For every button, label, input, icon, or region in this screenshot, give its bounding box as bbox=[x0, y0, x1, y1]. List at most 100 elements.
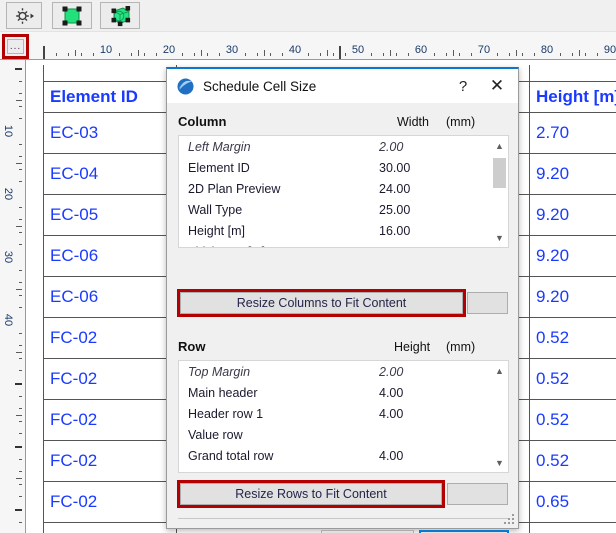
dialog-body: Column Width (mm) Left Margin 2.00 Element… bbox=[167, 103, 518, 533]
ruler-tick bbox=[68, 53, 70, 56]
column-header-height: Height [m] bbox=[529, 81, 616, 113]
cell-element-id: FC-02 bbox=[43, 399, 177, 441]
column-list-item[interactable]: Left Margin 2.00 bbox=[179, 136, 491, 157]
ruler-label: 40 bbox=[288, 44, 302, 56]
vertical-ruler[interactable]: 10 20 30 40 bbox=[0, 60, 26, 533]
row-list-item[interactable]: Grand total row 4.00 bbox=[179, 445, 491, 466]
column-list-item[interactable]: Height [m] 16.00 bbox=[179, 220, 491, 241]
column-list-item[interactable]: Wall Type 25.00 bbox=[179, 199, 491, 220]
column-list-scrollbar[interactable]: ▲ ▼ bbox=[491, 136, 508, 247]
cell-element-id: EC-05 bbox=[43, 194, 177, 236]
3d-element-tool-button[interactable] bbox=[100, 2, 140, 29]
ruler-tick bbox=[194, 53, 196, 56]
list-item-value: 30.00 bbox=[379, 160, 411, 175]
ruler-tick bbox=[15, 68, 22, 70]
ruler-tick bbox=[19, 181, 22, 183]
resize-columns-button[interactable]: Resize Columns to Fit Content bbox=[180, 292, 463, 314]
2d-element-tool-button[interactable] bbox=[52, 2, 92, 29]
list-item-label: Top Margin bbox=[188, 364, 251, 379]
row-list-scrollbar[interactable]: ▲ ▼ bbox=[491, 361, 508, 472]
ruler-tick bbox=[131, 53, 133, 56]
ruler-tick bbox=[16, 288, 22, 290]
ruler-tick bbox=[74, 50, 76, 56]
ruler-tick bbox=[15, 446, 22, 448]
cell-element-id: EC-03 bbox=[43, 112, 177, 154]
ruler-tick bbox=[263, 50, 265, 56]
ruler-origin-tick bbox=[43, 46, 45, 59]
column-extra-button[interactable] bbox=[467, 292, 508, 314]
ruler-tick bbox=[19, 93, 22, 95]
ruler-label: 60 bbox=[414, 44, 428, 56]
dialog-title-bar[interactable]: Schedule Cell Size ? ✕ bbox=[167, 69, 518, 103]
ruler-tick bbox=[559, 53, 561, 56]
scroll-up-icon[interactable]: ▲ bbox=[491, 137, 508, 154]
ruler-tick bbox=[452, 50, 454, 56]
column-list-item[interactable]: Thickness [m] 21.00 bbox=[179, 241, 491, 248]
row-unit-header: (mm) bbox=[446, 340, 476, 354]
ruler-tick bbox=[19, 521, 22, 523]
ruler-tick bbox=[19, 483, 22, 485]
ruler-tick bbox=[19, 143, 22, 145]
ruler-tick bbox=[55, 53, 57, 56]
ruler-tick bbox=[19, 345, 22, 347]
ruler-label: 30 bbox=[225, 44, 239, 56]
list-item-value: 4.00 bbox=[379, 385, 404, 400]
cell-element-id: FC-02 bbox=[43, 481, 177, 523]
ruler-tick bbox=[137, 50, 139, 56]
row-list-item[interactable]: Top Margin 2.00 bbox=[179, 361, 491, 382]
row-list-item[interactable]: Value row bbox=[179, 424, 491, 445]
close-icon[interactable]: ✕ bbox=[480, 70, 514, 102]
ruler-tick bbox=[307, 53, 309, 56]
list-item-label: Element ID bbox=[188, 160, 250, 175]
cell-element-id: EC-06 bbox=[43, 276, 177, 318]
column-list[interactable]: Left Margin 2.00 Element ID 30.00 2D Plan Pr… bbox=[178, 135, 509, 248]
ruler-tick bbox=[16, 99, 22, 101]
ruler-tick bbox=[80, 53, 82, 56]
ruler-label: 10 bbox=[2, 124, 14, 138]
ruler-tick bbox=[389, 50, 391, 56]
ruler-tick bbox=[257, 53, 259, 56]
ruler-origin-tick bbox=[339, 46, 342, 59]
row-section-heading: Row bbox=[178, 339, 206, 354]
scroll-down-icon[interactable]: ▼ bbox=[491, 229, 508, 246]
row-extra-button[interactable] bbox=[447, 483, 508, 505]
cell-element-id: FC-02 bbox=[43, 317, 177, 359]
row-list-item[interactable]: Main header 4.00 bbox=[179, 382, 491, 403]
settings-gear-button[interactable] bbox=[6, 2, 42, 29]
scrollbar-thumb[interactable] bbox=[493, 158, 506, 188]
toolbar bbox=[0, 0, 616, 32]
row-list-item[interactable]: Header row 1 4.00 bbox=[179, 403, 491, 424]
ruler-tick bbox=[572, 53, 574, 56]
help-button[interactable]: ? bbox=[446, 70, 480, 102]
cell-height: 9.20 bbox=[529, 276, 616, 318]
scroll-up-icon[interactable]: ▲ bbox=[491, 362, 508, 379]
column-list-item[interactable]: 2D Plan Preview 24.00 bbox=[179, 178, 491, 199]
column-list-item[interactable]: Element ID 30.00 bbox=[179, 157, 491, 178]
column-section-heading: Column bbox=[178, 114, 227, 129]
green-cube-icon bbox=[111, 5, 131, 26]
ruler-tick bbox=[433, 53, 435, 56]
list-item-label: 2D Plan Preview bbox=[188, 181, 281, 196]
ruler-tick bbox=[93, 53, 95, 56]
list-item-value: 4.00 bbox=[379, 406, 404, 421]
green-square-icon bbox=[62, 6, 82, 25]
resize-rows-button[interactable]: Resize Rows to Fit Content bbox=[180, 483, 442, 505]
ruler-tick bbox=[320, 53, 322, 56]
resize-grip-icon[interactable] bbox=[504, 514, 515, 525]
row-list[interactable]: Top Margin 2.00 Main header 4.00 Header row … bbox=[178, 360, 509, 473]
ruler-tick bbox=[326, 50, 328, 56]
list-item-value: 4.00 bbox=[379, 448, 404, 463]
ruler-tick bbox=[515, 50, 517, 56]
list-item-value: 2.00 bbox=[379, 139, 404, 154]
ruler-tick bbox=[19, 269, 22, 271]
horizontal-ruler[interactable]: 10 20 30 40 50 60 70 80 90 bbox=[0, 32, 616, 60]
ruler-tick bbox=[584, 53, 586, 56]
scroll-down-icon[interactable]: ▼ bbox=[491, 454, 508, 471]
ruler-tick bbox=[16, 162, 22, 164]
ruler-tick bbox=[181, 53, 183, 56]
ruler-options-button[interactable]: ... bbox=[7, 39, 24, 54]
ruler-tick bbox=[446, 53, 448, 56]
ruler-tick bbox=[219, 53, 221, 56]
app-blue-sphere-icon bbox=[177, 78, 194, 94]
ruler-tick bbox=[19, 244, 22, 246]
